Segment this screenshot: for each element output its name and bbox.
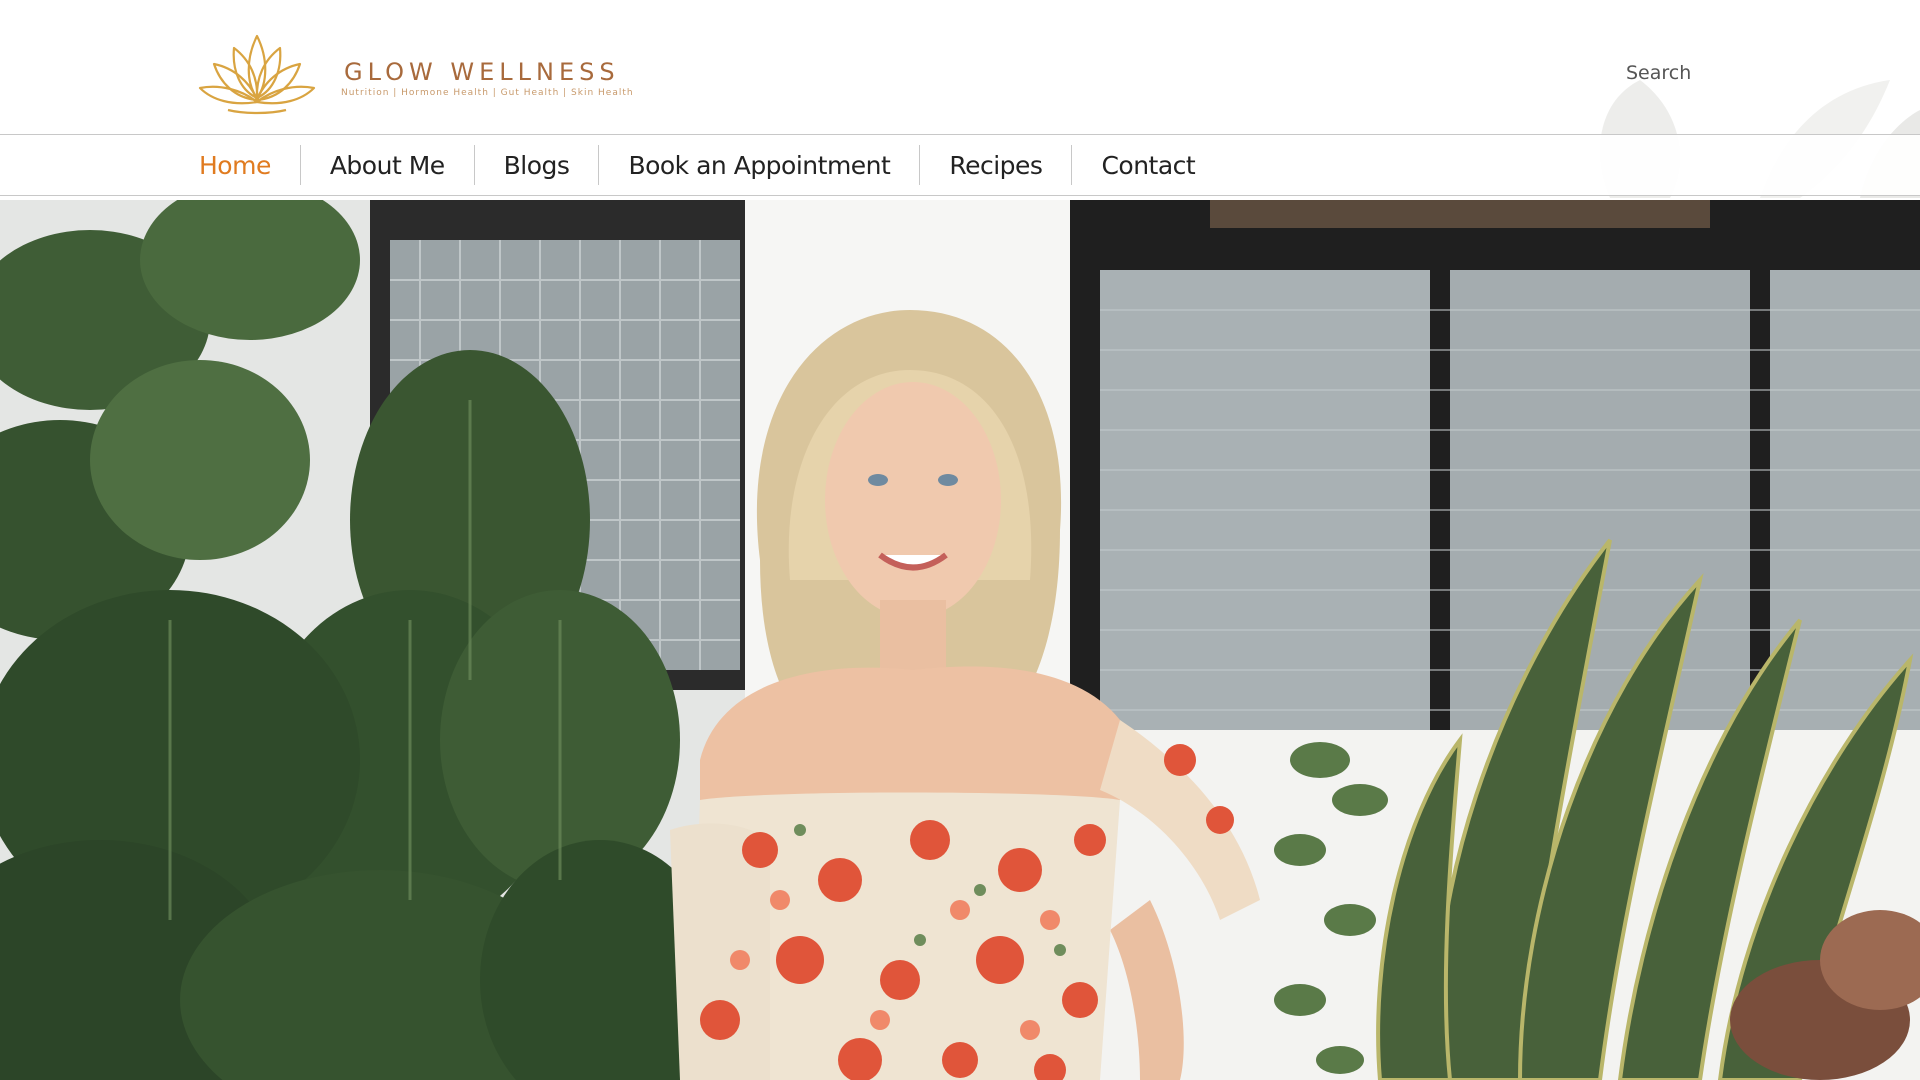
hero-photo-illustration (0, 200, 1920, 1080)
nav-item-book-appointment[interactable]: Book an Appointment (599, 145, 921, 185)
search-input[interactable]: Search (1626, 62, 1691, 84)
site-logo[interactable]: GLOW WELLNESS Nutrition | Hormone Health… (198, 28, 638, 118)
nav-item-recipes[interactable]: Recipes (920, 145, 1073, 185)
nav-item-blogs[interactable]: Blogs (475, 145, 600, 185)
nav-item-home[interactable]: Home (170, 145, 301, 185)
lotus-logo-icon (198, 34, 316, 115)
nav-item-contact[interactable]: Contact (1072, 145, 1224, 185)
hero-image (0, 200, 1920, 1080)
brand-name: GLOW WELLNESS (344, 58, 620, 86)
brand-tagline: Nutrition | Hormone Health | Gut Health … (341, 88, 634, 98)
site-header: GLOW WELLNESS Nutrition | Hormone Health… (0, 0, 1920, 198)
main-navigation: Home About Me Blogs Book an Appointment … (0, 134, 1920, 196)
nav-item-about-me[interactable]: About Me (301, 145, 475, 185)
